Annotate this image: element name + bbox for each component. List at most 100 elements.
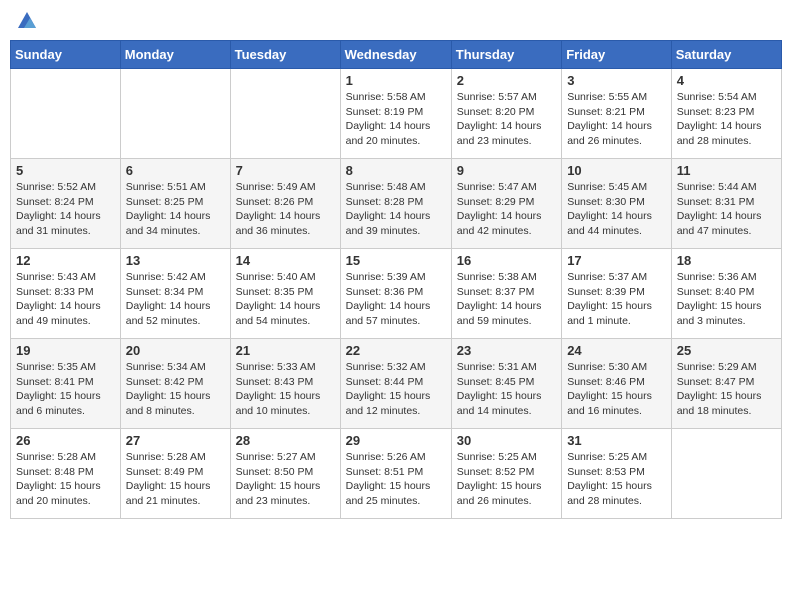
- calendar-cell: 25Sunrise: 5:29 AM Sunset: 8:47 PM Dayli…: [671, 339, 781, 429]
- day-number: 3: [567, 73, 666, 88]
- logo: [14, 10, 38, 32]
- calendar-cell: 12 Sunrise: 5:43 AM Sunset: 8:33 PM Dayli…: [11, 249, 121, 339]
- calendar-cell: [671, 429, 781, 519]
- day-info: Sunrise: 5:52 AM Sunset: 8:24 PM Dayligh…: [16, 180, 115, 239]
- day-number: 10: [567, 163, 666, 178]
- day-info: Sunrise: 5:31 AM Sunset: 8:45 PM Dayligh…: [457, 360, 556, 419]
- calendar-cell: 4 Sunrise: 5:54 AM Sunset: 8:23 PM Daylig…: [671, 69, 781, 159]
- day-info: Sunrise: 5:39 AM Sunset: 8:36 PM Dayligh…: [346, 270, 446, 329]
- day-number: 9: [457, 163, 556, 178]
- day-number: 20: [126, 343, 225, 358]
- calendar-cell: 11 Sunrise: 5:44 AM Sunset: 8:31 PM Dayli…: [671, 159, 781, 249]
- day-info: Sunrise: 5:44 AM Sunset: 8:31 PM Dayligh…: [677, 180, 776, 239]
- day-info: Sunrise: 5:51 AM Sunset: 8:25 PM Dayligh…: [126, 180, 225, 239]
- day-number: 26: [16, 433, 115, 448]
- day-info: Sunrise: 5:55 AM Sunset: 8:21 PM Dayligh…: [567, 90, 666, 149]
- calendar-week-row: 1Sunrise: 5:58 AM Sunset: 8:19 PM Daylig…: [11, 69, 782, 159]
- calendar-cell: 15 Sunrise: 5:39 AM Sunset: 8:36 PM Dayli…: [340, 249, 451, 339]
- calendar-cell: 7Sunrise: 5:49 AM Sunset: 8:26 PM Daylig…: [230, 159, 340, 249]
- day-number: 17: [567, 253, 666, 268]
- day-info: Sunrise: 5:32 AM Sunset: 8:44 PM Dayligh…: [346, 360, 446, 419]
- day-number: 23: [457, 343, 556, 358]
- day-number: 13: [126, 253, 225, 268]
- day-info: Sunrise: 5:33 AM Sunset: 8:43 PM Dayligh…: [236, 360, 335, 419]
- calendar-cell: 8 Sunrise: 5:48 AM Sunset: 8:28 PM Daylig…: [340, 159, 451, 249]
- calendar-week-row: 5Sunrise: 5:52 AM Sunset: 8:24 PM Daylig…: [11, 159, 782, 249]
- day-number: 16: [457, 253, 556, 268]
- day-info: Sunrise: 5:28 AM Sunset: 8:48 PM Dayligh…: [16, 450, 115, 509]
- day-info: Sunrise: 5:37 AM Sunset: 8:39 PM Dayligh…: [567, 270, 666, 329]
- day-number: 14: [236, 253, 335, 268]
- day-number: 15: [346, 253, 446, 268]
- calendar-cell: [230, 69, 340, 159]
- page-header: [10, 10, 782, 32]
- day-info: Sunrise: 5:34 AM Sunset: 8:42 PM Dayligh…: [126, 360, 225, 419]
- day-number: 6: [126, 163, 225, 178]
- day-info: Sunrise: 5:26 AM Sunset: 8:51 PM Dayligh…: [346, 450, 446, 509]
- calendar-week-row: 12 Sunrise: 5:43 AM Sunset: 8:33 PM Dayli…: [11, 249, 782, 339]
- calendar-table: SundayMondayTuesdayWednesdayThursdayFrid…: [10, 40, 782, 519]
- day-info: Sunrise: 5:35 AM Sunset: 8:41 PM Dayligh…: [16, 360, 115, 419]
- day-number: 29: [346, 433, 446, 448]
- calendar-cell: 21Sunrise: 5:33 AM Sunset: 8:43 PM Dayli…: [230, 339, 340, 429]
- calendar-cell: 16 Sunrise: 5:38 AM Sunset: 8:37 PM Dayli…: [451, 249, 561, 339]
- day-number: 2: [457, 73, 556, 88]
- day-number: 24: [567, 343, 666, 358]
- calendar-cell: [120, 69, 230, 159]
- calendar-cell: 20 Sunrise: 5:34 AM Sunset: 8:42 PM Dayli…: [120, 339, 230, 429]
- calendar-cell: 24 Sunrise: 5:30 AM Sunset: 8:46 PM Dayli…: [562, 339, 672, 429]
- day-number: 4: [677, 73, 776, 88]
- day-info: Sunrise: 5:38 AM Sunset: 8:37 PM Dayligh…: [457, 270, 556, 329]
- day-info: Sunrise: 5:25 AM Sunset: 8:52 PM Dayligh…: [457, 450, 556, 509]
- calendar-cell: 29 Sunrise: 5:26 AM Sunset: 8:51 PM Dayli…: [340, 429, 451, 519]
- day-info: Sunrise: 5:43 AM Sunset: 8:33 PM Dayligh…: [16, 270, 115, 329]
- calendar-cell: 27 Sunrise: 5:28 AM Sunset: 8:49 PM Dayli…: [120, 429, 230, 519]
- calendar-week-row: 19 Sunrise: 5:35 AM Sunset: 8:41 PM Dayli…: [11, 339, 782, 429]
- day-header-monday: Monday: [120, 41, 230, 69]
- day-info: Sunrise: 5:36 AM Sunset: 8:40 PM Dayligh…: [677, 270, 776, 329]
- calendar-cell: 30 Sunrise: 5:25 AM Sunset: 8:52 PM Dayli…: [451, 429, 561, 519]
- day-number: 28: [236, 433, 335, 448]
- day-number: 1: [346, 73, 446, 88]
- day-info: Sunrise: 5:48 AM Sunset: 8:28 PM Dayligh…: [346, 180, 446, 239]
- day-header-wednesday: Wednesday: [340, 41, 451, 69]
- day-info: Sunrise: 5:29 AM Sunset: 8:47 PM Dayligh…: [677, 360, 776, 419]
- calendar-cell: 18Sunrise: 5:36 AM Sunset: 8:40 PM Dayli…: [671, 249, 781, 339]
- calendar-cell: 19 Sunrise: 5:35 AM Sunset: 8:41 PM Dayli…: [11, 339, 121, 429]
- day-info: Sunrise: 5:42 AM Sunset: 8:34 PM Dayligh…: [126, 270, 225, 329]
- logo-icon: [16, 10, 38, 32]
- day-info: Sunrise: 5:30 AM Sunset: 8:46 PM Dayligh…: [567, 360, 666, 419]
- calendar-header-row: SundayMondayTuesdayWednesdayThursdayFrid…: [11, 41, 782, 69]
- day-info: Sunrise: 5:28 AM Sunset: 8:49 PM Dayligh…: [126, 450, 225, 509]
- calendar-cell: 2 Sunrise: 5:57 AM Sunset: 8:20 PM Daylig…: [451, 69, 561, 159]
- calendar-cell: 10Sunrise: 5:45 AM Sunset: 8:30 PM Dayli…: [562, 159, 672, 249]
- day-info: Sunrise: 5:54 AM Sunset: 8:23 PM Dayligh…: [677, 90, 776, 149]
- day-info: Sunrise: 5:49 AM Sunset: 8:26 PM Dayligh…: [236, 180, 335, 239]
- day-header-sunday: Sunday: [11, 41, 121, 69]
- calendar-cell: 9 Sunrise: 5:47 AM Sunset: 8:29 PM Daylig…: [451, 159, 561, 249]
- calendar-cell: 28 Sunrise: 5:27 AM Sunset: 8:50 PM Dayli…: [230, 429, 340, 519]
- day-info: Sunrise: 5:40 AM Sunset: 8:35 PM Dayligh…: [236, 270, 335, 329]
- day-number: 11: [677, 163, 776, 178]
- calendar-cell: 22 Sunrise: 5:32 AM Sunset: 8:44 PM Dayli…: [340, 339, 451, 429]
- calendar-cell: 5Sunrise: 5:52 AM Sunset: 8:24 PM Daylig…: [11, 159, 121, 249]
- day-number: 22: [346, 343, 446, 358]
- day-header-tuesday: Tuesday: [230, 41, 340, 69]
- calendar-cell: 6 Sunrise: 5:51 AM Sunset: 8:25 PM Daylig…: [120, 159, 230, 249]
- day-number: 30: [457, 433, 556, 448]
- calendar-week-row: 26 Sunrise: 5:28 AM Sunset: 8:48 PM Dayli…: [11, 429, 782, 519]
- day-number: 8: [346, 163, 446, 178]
- day-number: 27: [126, 433, 225, 448]
- day-number: 19: [16, 343, 115, 358]
- day-header-saturday: Saturday: [671, 41, 781, 69]
- day-header-friday: Friday: [562, 41, 672, 69]
- day-header-thursday: Thursday: [451, 41, 561, 69]
- calendar-cell: 31Sunrise: 5:25 AM Sunset: 8:53 PM Dayli…: [562, 429, 672, 519]
- calendar-cell: 23 Sunrise: 5:31 AM Sunset: 8:45 PM Dayli…: [451, 339, 561, 429]
- day-info: Sunrise: 5:27 AM Sunset: 8:50 PM Dayligh…: [236, 450, 335, 509]
- day-info: Sunrise: 5:47 AM Sunset: 8:29 PM Dayligh…: [457, 180, 556, 239]
- calendar-cell: 14 Sunrise: 5:40 AM Sunset: 8:35 PM Dayli…: [230, 249, 340, 339]
- day-number: 12: [16, 253, 115, 268]
- day-info: Sunrise: 5:57 AM Sunset: 8:20 PM Dayligh…: [457, 90, 556, 149]
- day-info: Sunrise: 5:25 AM Sunset: 8:53 PM Dayligh…: [567, 450, 666, 509]
